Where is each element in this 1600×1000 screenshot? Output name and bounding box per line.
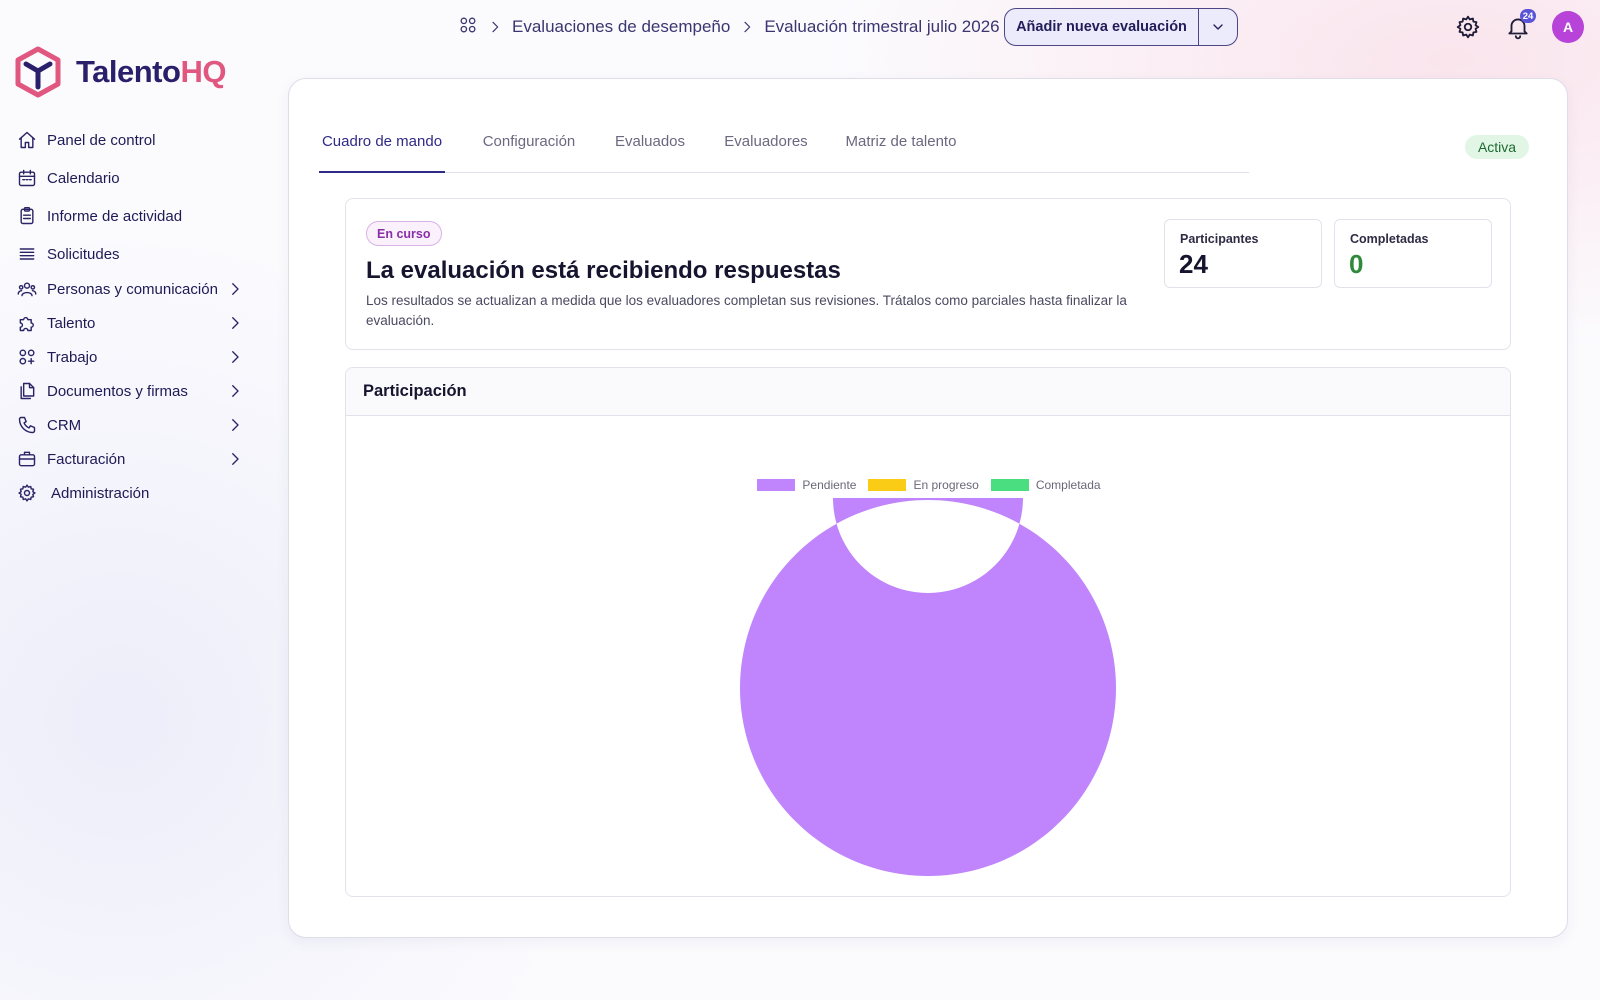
sidebar-item-label: Personas y comunicación (47, 280, 218, 298)
sidebar-item-talento[interactable]: Talento (14, 308, 244, 338)
sidebar-item-label: Administración (51, 484, 150, 502)
gear-icon (16, 482, 38, 504)
participation-donut-chart (739, 498, 1116, 876)
legend-swatch (868, 479, 907, 491)
avatar[interactable]: A (1552, 11, 1584, 43)
chevron-right-icon (226, 280, 244, 298)
breadcrumb-item[interactable]: Evaluaciones de desempeño (512, 17, 730, 37)
sidebar-item-label: CRM (47, 416, 82, 434)
add-evaluation-split-button: Añadir nueva evaluación (1004, 8, 1238, 46)
evaluation-dashboard-card: Cuadro de mando Configuración Evaluados … (288, 78, 1568, 938)
sidebar-item-solicitudes[interactable]: Solicitudes (14, 239, 244, 269)
sidebar-item-personas-y-comunicacion[interactable]: Personas y comunicación (14, 274, 244, 304)
sidebar-item-informe-de-actividad[interactable]: Informe de actividad (14, 201, 244, 231)
cube-logo-icon (15, 46, 61, 98)
phone-icon (16, 414, 38, 436)
chart-legend: Pendiente En progreso Completada (346, 478, 1510, 492)
legend-item[interactable]: Completada (990, 478, 1101, 492)
sidebar-item-facturacion[interactable]: Facturación (14, 444, 244, 474)
participation-title: Participación (346, 368, 1510, 416)
participants-stat-card: Participantes 24 (1164, 219, 1322, 288)
in-progress-badge: En curso (366, 221, 442, 246)
brand-logo[interactable]: TalentoHQ (14, 46, 226, 98)
add-evaluation-button[interactable]: Añadir nueva evaluación (1005, 9, 1198, 45)
brand-name: TalentoHQ (76, 54, 226, 90)
summary-panel: En curso La evaluación está recibiendo r… (345, 198, 1511, 350)
settings-button[interactable] (1455, 14, 1481, 40)
calendar-icon (16, 167, 38, 189)
tab-evaluadores[interactable]: Evaluadores (719, 133, 813, 173)
tab-bar: Cuadro de mando Configuración Evaluados … (319, 133, 1249, 173)
summary-description: Los resultados se actualizan a medida qu… (366, 293, 1127, 328)
stat-value: 0 (1349, 249, 1364, 279)
documents-icon (16, 380, 38, 402)
sidebar-item-administracion[interactable]: Administración (14, 478, 244, 508)
apps-grid-icon[interactable] (458, 15, 478, 40)
sidebar-item-label: Solicitudes (47, 245, 120, 263)
legend-item[interactable]: En progreso (868, 478, 979, 492)
sidebar-item-panel-de-control[interactable]: Panel de control (14, 125, 244, 155)
list-icon (16, 243, 38, 265)
legend-item[interactable]: Pendiente (757, 478, 856, 492)
completed-stat-card: Completadas 0 (1334, 219, 1492, 288)
sidebar-item-label: Talento (47, 314, 96, 332)
tab-evaluados[interactable]: Evaluados (612, 133, 688, 173)
tab-cuadro-de-mando[interactable]: Cuadro de mando (319, 133, 445, 173)
brand-name-part2: HQ (180, 54, 226, 89)
gear-icon (1456, 15, 1480, 39)
participation-panel: Participación Pendiente En progreso Comple… (345, 367, 1511, 897)
chevron-down-icon (1213, 24, 1223, 30)
sidebar-item-calendario[interactable]: Calendario (14, 163, 244, 193)
stat-label: Participantes (1180, 232, 1259, 246)
legend-label: Pendiente (802, 478, 857, 492)
sidebar-item-label: Trabajo (47, 348, 98, 366)
stat-value: 24 (1179, 249, 1208, 279)
clipboard-icon (16, 205, 38, 227)
tab-configuracion[interactable]: Configuración (479, 133, 579, 173)
users-icon (16, 278, 38, 300)
status-badge: Activa (1465, 135, 1529, 159)
brand-name-part1: Talento (76, 54, 181, 89)
sidebar-item-label: Documentos y firmas (47, 382, 188, 400)
breadcrumb-current[interactable]: Evaluación trimestral julio 2026 (764, 17, 999, 37)
chevron-right-icon (739, 19, 755, 35)
chevron-right-icon (226, 314, 244, 332)
sidebar-item-label: Calendario (47, 169, 120, 187)
sidebar-item-label: Informe de actividad (47, 207, 183, 225)
briefcase-icon (16, 448, 38, 470)
chevron-right-icon (226, 382, 244, 400)
legend-label: Completada (1035, 478, 1101, 492)
breadcrumb: Evaluaciones de desempeño Evaluación tri… (458, 12, 1000, 42)
legend-swatch (990, 479, 1029, 491)
notification-count-badge: 24 (1520, 9, 1536, 23)
summary-title: La evaluación está recibiendo respuestas (366, 257, 841, 284)
apps-icon (16, 346, 38, 368)
chevron-right-icon (487, 19, 503, 35)
add-evaluation-dropdown-button[interactable] (1198, 9, 1237, 45)
sidebar-item-label: Panel de control (47, 131, 156, 149)
chevron-right-icon (226, 450, 244, 468)
sidebar-item-trabajo[interactable]: Trabajo (14, 342, 244, 372)
home-icon (16, 129, 38, 151)
tab-matriz-de-talento[interactable]: Matriz de talento (839, 133, 963, 173)
sidebar-item-crm[interactable]: CRM (14, 410, 244, 440)
sidebar-item-label: Facturación (47, 450, 126, 468)
chevron-right-icon (226, 348, 244, 366)
chevron-right-icon (226, 416, 244, 434)
legend-swatch (757, 479, 796, 491)
puzzle-icon (16, 312, 38, 334)
legend-label: En progreso (913, 478, 979, 492)
stat-label: Completadas (1350, 232, 1429, 246)
sidebar-item-documentos-y-firmas[interactable]: Documentos y firmas (14, 376, 244, 406)
